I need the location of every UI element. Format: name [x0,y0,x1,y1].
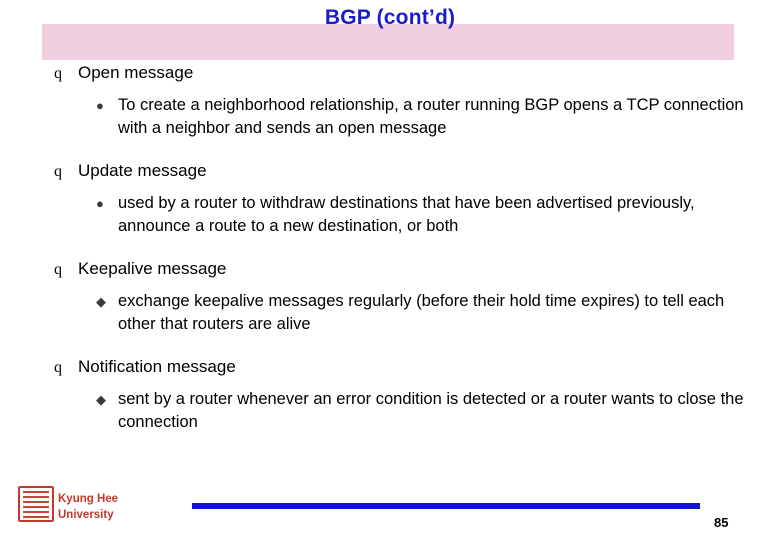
footer-organization-line1: Kyung Hee [58,493,119,505]
diamond-bullet-icon: ◆ [96,392,106,407]
bullet-group-update-message: q Update message ● used by a router to w… [0,160,780,238]
square-bullet-icon: q [54,261,62,278]
bullet-level1-text: Notification message [78,357,236,376]
page-number: 85 [714,515,729,530]
bullet-group-notification-message: q Notification message ◆ sent by a route… [0,356,780,434]
footer-organization-line2: University [58,509,114,521]
university-logo [18,486,56,524]
bullet-level1-text: Open message [78,63,194,82]
square-bullet-icon: q [54,163,62,180]
bullet-level2-text: To create a neighborhood relationship, a… [118,96,744,137]
footer-organization: Kyung Hee University [58,491,118,523]
bullet-level2: ● To create a neighborhood relationship,… [96,94,748,140]
slide: BGP (cont’d) q Open message ● To create … [0,0,780,540]
bullet-level2-text: sent by a router whenever an error condi… [118,390,744,431]
dot-bullet-icon: ● [96,196,104,211]
bullet-level2-text: exchange keepalive messages regularly (b… [118,292,725,333]
square-bullet-icon: q [54,65,62,82]
bullet-level1: q Update message [54,160,780,182]
bullet-level2: ● used by a router to withdraw destinati… [96,192,748,238]
bullet-level2: ◆ sent by a router whenever an error con… [96,388,748,434]
diamond-bullet-icon: ◆ [96,294,106,309]
bullet-group-keepalive-message: q Keepalive message ◆ exchange keepalive… [0,258,780,336]
logo-emblem-icon [23,490,49,518]
bullet-level1-text: Keepalive message [78,259,227,278]
bullet-level1: q Keepalive message [54,258,780,280]
dot-bullet-icon: ● [96,98,104,113]
bullet-level1-text: Update message [78,161,207,180]
bullet-level1: q Open message [54,62,780,84]
bullet-group-open-message: q Open message ● To create a neighborhoo… [0,62,780,140]
slide-content: q Open message ● To create a neighborhoo… [0,62,780,434]
bullet-level2: ◆ exchange keepalive messages regularly … [96,290,748,336]
footer-divider [192,503,700,509]
bullet-level2-text: used by a router to withdraw destination… [118,194,695,235]
square-bullet-icon: q [54,359,62,376]
page-title: BGP (cont’d) [324,6,456,29]
bullet-level1: q Notification message [54,356,780,378]
